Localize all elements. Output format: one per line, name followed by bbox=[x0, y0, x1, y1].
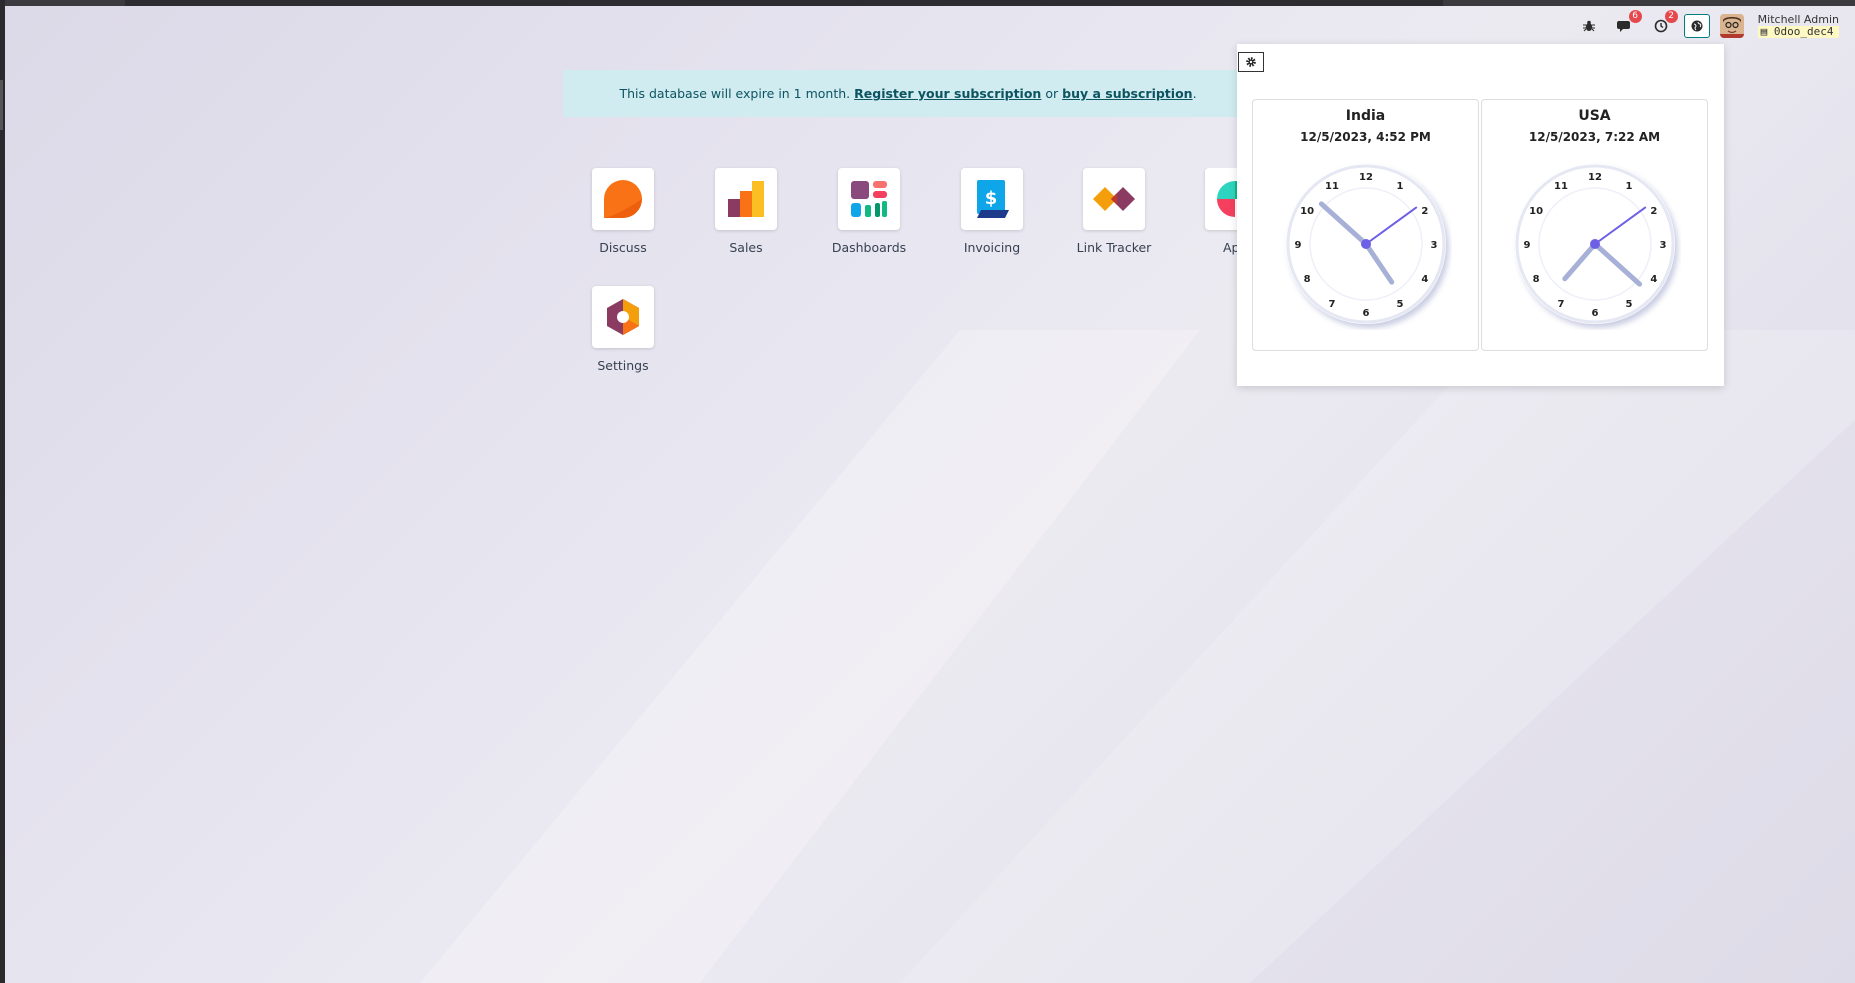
app-partial[interactable]: Ap bbox=[1183, 168, 1237, 255]
clock-datetime: 12/5/2023, 7:22 AM bbox=[1528, 130, 1661, 144]
clock-location-name: India bbox=[1345, 108, 1386, 124]
analog-clock: 121234567891011 bbox=[1514, 164, 1675, 324]
clock-card-india: India 12/5/2023, 4:52 PM 12 1 2 3 4 5 6 7 8 9 10 11 bbox=[1252, 99, 1479, 351]
svg-text:$: $ bbox=[985, 188, 998, 209]
clock-number: 1 bbox=[1625, 181, 1632, 192]
clock-number: 2 bbox=[1650, 206, 1657, 217]
app-label: Discuss bbox=[599, 240, 647, 255]
avatar[interactable] bbox=[1719, 14, 1744, 38]
app-invoicing[interactable]: $ Invoicing bbox=[937, 168, 1047, 255]
analog-clock: 121234567891011 bbox=[1285, 164, 1446, 324]
clock-number: 5 bbox=[1625, 299, 1632, 310]
clock-number: 3 bbox=[1659, 240, 1666, 251]
clock-number: 1 bbox=[1396, 181, 1403, 192]
app-discuss[interactable]: Discuss bbox=[568, 168, 678, 255]
clock-number: 8 bbox=[1532, 274, 1539, 285]
user-avatar-icon bbox=[1719, 14, 1744, 38]
messages-badge: 6 bbox=[1628, 10, 1642, 23]
clock-card-usa: USA 12/5/2023, 7:22 AM 12 1 2 3 4 5 6 7 8 9 10 11 bbox=[1481, 99, 1708, 351]
dashboards-app-icon bbox=[838, 168, 900, 230]
clock-number: 12 bbox=[1359, 172, 1373, 183]
app-label: Ap bbox=[1223, 240, 1237, 255]
clock-center bbox=[1360, 239, 1371, 249]
clock-icon bbox=[1654, 19, 1667, 33]
window-left-handle bbox=[0, 80, 3, 130]
clock-number: 2 bbox=[1421, 206, 1428, 217]
window-left-edge bbox=[0, 0, 5, 983]
debug-button[interactable] bbox=[1576, 14, 1602, 38]
clock-number: 6 bbox=[1591, 308, 1598, 319]
clock-number: 9 bbox=[1523, 240, 1530, 251]
clock-location-name: USA bbox=[1578, 108, 1611, 124]
app-label: Link Tracker bbox=[1076, 240, 1152, 255]
app-link-tracker[interactable]: Link Tracker bbox=[1059, 168, 1169, 255]
clock-number: 12 bbox=[1588, 172, 1602, 183]
subscription-banner: This database will expire in 1 month. Re… bbox=[563, 70, 1253, 117]
register-subscription-link[interactable]: Register your subscription bbox=[854, 86, 1041, 101]
bug-icon bbox=[1582, 20, 1595, 32]
clock-number: 10 bbox=[1529, 206, 1543, 217]
clock-number: 11 bbox=[1325, 181, 1339, 192]
app-label: Invoicing bbox=[963, 240, 1021, 255]
banner-text: This database will expire in 1 month. bbox=[619, 86, 851, 101]
clock-number: 3 bbox=[1430, 240, 1437, 251]
clock-number: 9 bbox=[1294, 240, 1301, 251]
gear-icon bbox=[1246, 57, 1256, 67]
messages-button[interactable]: 6 bbox=[1612, 10, 1642, 38]
app-dashboards[interactable]: Dashboards bbox=[814, 168, 924, 255]
clock-number: 5 bbox=[1396, 299, 1403, 310]
world-clock-settings-button[interactable] bbox=[1238, 52, 1264, 72]
banner-suffix: . bbox=[1192, 86, 1197, 101]
sales-app-icon bbox=[715, 168, 777, 230]
world-clock-popover: India 12/5/2023, 4:52 PM 12 1 2 3 4 5 6 7 8 9 10 11… bbox=[1237, 44, 1724, 386]
systray: 6 2 Mitchell Admin ▤ 0doo_dec4 bbox=[1576, 10, 1839, 38]
clock-center bbox=[1589, 239, 1600, 249]
app-sales[interactable]: Sales bbox=[691, 168, 801, 255]
activity-badge: 2 bbox=[1664, 10, 1678, 23]
clock-number: 6 bbox=[1362, 308, 1369, 319]
app-label: Dashboards bbox=[831, 240, 907, 255]
clock-datetime: 12/5/2023, 4:52 PM bbox=[1300, 130, 1431, 144]
app-label: Settings bbox=[597, 358, 649, 373]
globe-icon bbox=[1691, 20, 1703, 32]
clock-number: 4 bbox=[1421, 274, 1428, 285]
browser-top-strip bbox=[0, 0, 1855, 6]
clock-number: 7 bbox=[1557, 299, 1564, 310]
banner-or: or bbox=[1045, 86, 1059, 101]
buy-subscription-link[interactable]: buy a subscription bbox=[1062, 86, 1192, 101]
world-clock-button[interactable] bbox=[1683, 14, 1710, 38]
user-menu[interactable]: Mitchell Admin ▤ 0doo_dec4 bbox=[1757, 14, 1839, 38]
database-name: ▤ 0doo_dec4 bbox=[1757, 26, 1839, 38]
discuss-app-icon bbox=[592, 168, 654, 230]
partial-app-icon bbox=[1205, 168, 1237, 230]
link-tracker-app-icon bbox=[1083, 168, 1145, 230]
clock-number: 4 bbox=[1650, 274, 1657, 285]
app-settings[interactable]: Settings bbox=[568, 286, 678, 373]
clock-number: 10 bbox=[1300, 206, 1314, 217]
clock-number: 7 bbox=[1328, 299, 1335, 310]
app-label: Sales bbox=[729, 240, 763, 255]
activity-button[interactable]: 2 bbox=[1648, 10, 1678, 38]
clock-number: 8 bbox=[1303, 274, 1310, 285]
settings-app-icon bbox=[592, 286, 654, 348]
invoicing-app-icon: $ bbox=[961, 168, 1023, 230]
clock-number: 11 bbox=[1554, 181, 1568, 192]
